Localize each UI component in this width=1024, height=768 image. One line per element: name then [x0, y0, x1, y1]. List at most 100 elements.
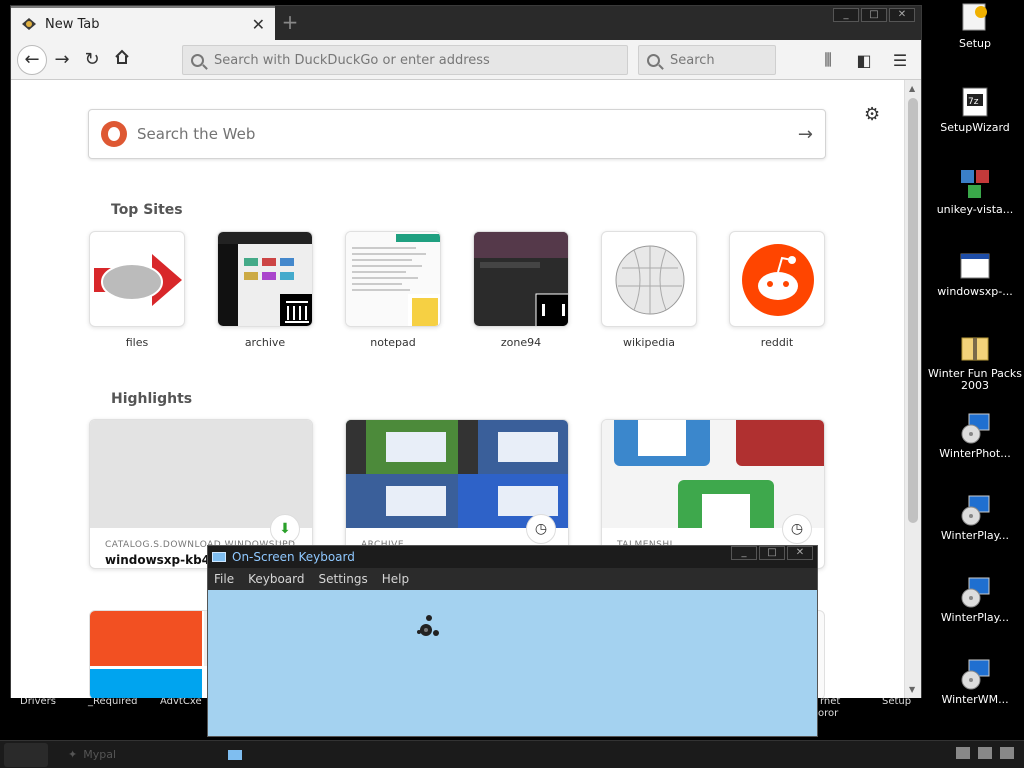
top-site-zone94[interactable]: zone94 — [473, 231, 569, 349]
top-site-reddit[interactable]: reddit — [729, 231, 825, 349]
arrow-right-icon[interactable]: → — [798, 124, 813, 145]
page-scrollbar[interactable]: ▲ ▼ — [904, 80, 921, 698]
sidebar-button[interactable]: ◧ — [849, 45, 879, 75]
desktop-icon-setup[interactable]: Setup — [925, 2, 1024, 50]
osk-menu-keyboard[interactable]: Keyboard — [248, 572, 304, 586]
menu-button[interactable]: ☰ — [885, 45, 915, 75]
top-site-files[interactable]: files — [89, 231, 185, 349]
notepad-icon — [346, 232, 440, 326]
top-site-name: reddit — [760, 336, 794, 349]
reload-button[interactable]: ↻ — [77, 45, 107, 75]
web-search-box[interactable]: Search the Web → — [88, 109, 826, 159]
osk-menu-settings[interactable]: Settings — [319, 572, 368, 586]
desktop-icon-winterplay-1[interactable]: WinterPlay... — [925, 494, 1024, 542]
desktop-icon-label: WinterWM... — [941, 693, 1009, 706]
search-icon — [191, 53, 204, 67]
taskbar: ✦ Mypal — [0, 740, 1024, 768]
url-placeholder: Search with DuckDuckGo or enter address — [214, 52, 490, 68]
installer-cd-icon — [959, 412, 991, 444]
new-tab-button[interactable]: + — [279, 12, 301, 34]
osk-menu-file[interactable]: File — [214, 572, 234, 586]
desktop-icon-label: WinterPhot... — [939, 447, 1011, 460]
window-app-icon — [959, 250, 991, 282]
close-window-button[interactable]: ✕ — [889, 8, 915, 22]
desktop-icon-label: unikey-vista... — [936, 203, 1014, 216]
setup-icon — [959, 2, 991, 34]
home-icon — [114, 49, 130, 70]
desktop-icon-label: SetupWizard — [940, 121, 1010, 134]
osk-keyboard-area[interactable] — [208, 590, 817, 736]
forward-button[interactable]: → — [47, 45, 77, 75]
tab-title: New Tab — [45, 16, 100, 32]
top-site-thumbnail — [217, 231, 313, 327]
desktop-icon-setupwizard[interactable]: 7z SetupWizard — [925, 86, 1024, 134]
search-bar[interactable]: Search — [638, 45, 776, 75]
top-site-wikipedia[interactable]: wikipedia — [601, 231, 697, 349]
cloud-arrow-icon — [94, 254, 182, 306]
osk-menu-bar: File Keyboard Settings Help — [208, 568, 817, 590]
desktop-icon-label: WinterPlay... — [940, 529, 1010, 542]
start-button[interactable] — [4, 742, 48, 767]
zip-folder-icon — [959, 332, 991, 364]
top-site-notepad[interactable]: notepad — [345, 231, 441, 349]
maximize-button[interactable]: □ — [861, 8, 887, 22]
installer-cd-icon — [959, 576, 991, 608]
on-screen-keyboard-window: On-Screen Keyboard _ □ ✕ File Keyboard S… — [207, 545, 818, 737]
clock-icon: ◷ — [526, 514, 556, 544]
archive-screenshot-icon — [218, 232, 312, 326]
tray-network-icon[interactable] — [978, 747, 992, 759]
home-button[interactable] — [107, 45, 137, 75]
scrollbar-thumb[interactable] — [908, 98, 918, 523]
arrow-right-icon: → — [54, 49, 70, 70]
nav-bar: ← → ↻ Search with DuckDuckGo or enter ad… — [11, 40, 921, 80]
osk-minimize-button[interactable]: _ — [731, 546, 757, 560]
tab-new-tab[interactable]: New Tab ✕ — [11, 6, 275, 40]
desktop-icon-label: Winter Fun Packs 2003 — [928, 367, 1022, 392]
osk-menu-help[interactable]: Help — [382, 572, 409, 586]
minimize-button[interactable]: _ — [833, 8, 859, 22]
window-controls: _ □ ✕ — [833, 8, 915, 22]
top-site-name: wikipedia — [622, 336, 675, 349]
browser-favicon-icon — [21, 17, 37, 31]
top-site-name: archive — [244, 336, 286, 349]
desktop-icon-winter-fun-packs[interactable]: Winter Fun Packs 2003 — [925, 332, 1024, 392]
desktop-icon-winterphot[interactable]: WinterPhot... — [925, 412, 1024, 460]
desktop-icon-winterplay-2[interactable]: WinterPlay... — [925, 576, 1024, 624]
top-site-archive[interactable]: archive — [217, 231, 313, 349]
back-button[interactable]: ← — [17, 44, 47, 75]
arrow-left-icon: ← — [24, 49, 40, 70]
library-button[interactable]: ⫼ — [813, 45, 843, 75]
tray-keyboard-icon[interactable] — [956, 747, 970, 759]
svg-text:7z: 7z — [968, 97, 979, 107]
browser-favicon-icon: ✦ — [68, 748, 78, 761]
close-tab-icon[interactable]: ✕ — [252, 15, 265, 34]
osk-title: On-Screen Keyboard — [232, 550, 355, 564]
tab-bar: New Tab ✕ + _ □ ✕ — [11, 6, 921, 40]
reddit-logo-icon — [742, 244, 814, 316]
taskbar-keyboard-icon[interactable] — [228, 749, 242, 760]
tray-volume-icon[interactable] — [1000, 747, 1014, 759]
installer-cd-icon — [959, 494, 991, 526]
highlight-preview — [602, 420, 824, 528]
highlight-preview — [90, 420, 312, 528]
osk-maximize-button[interactable]: □ — [759, 546, 785, 560]
url-bar[interactable]: Search with DuckDuckGo or enter address — [182, 45, 628, 75]
top-sites-grid: files archive notepad zone94 wikipedia r… — [89, 231, 825, 349]
desktop-icon-unikey[interactable]: unikey-vista... — [925, 168, 1024, 216]
highlight-preview — [346, 420, 568, 528]
scroll-up-icon[interactable]: ▲ — [909, 84, 915, 93]
desktop-icon-winterwm[interactable]: WinterWM... — [925, 658, 1024, 706]
reload-icon: ↻ — [84, 49, 100, 70]
search-icon — [647, 53, 660, 67]
top-site-thumbnail — [345, 231, 441, 327]
keyboard-icon — [212, 552, 226, 562]
taskbar-item-mypal[interactable]: ✦ Mypal — [68, 748, 116, 761]
scroll-down-icon[interactable]: ▼ — [909, 685, 915, 694]
duckduckgo-logo-icon — [101, 121, 127, 147]
sidebar-icon: ◧ — [856, 50, 872, 70]
osk-close-button[interactable]: ✕ — [787, 546, 813, 560]
gear-icon[interactable]: ⚙ — [864, 104, 880, 125]
7z-installer-icon: 7z — [959, 86, 991, 118]
desktop-icon-windowsxp[interactable]: windowsxp-... — [925, 250, 1024, 298]
osk-title-bar[interactable]: On-Screen Keyboard _ □ ✕ — [208, 546, 817, 568]
